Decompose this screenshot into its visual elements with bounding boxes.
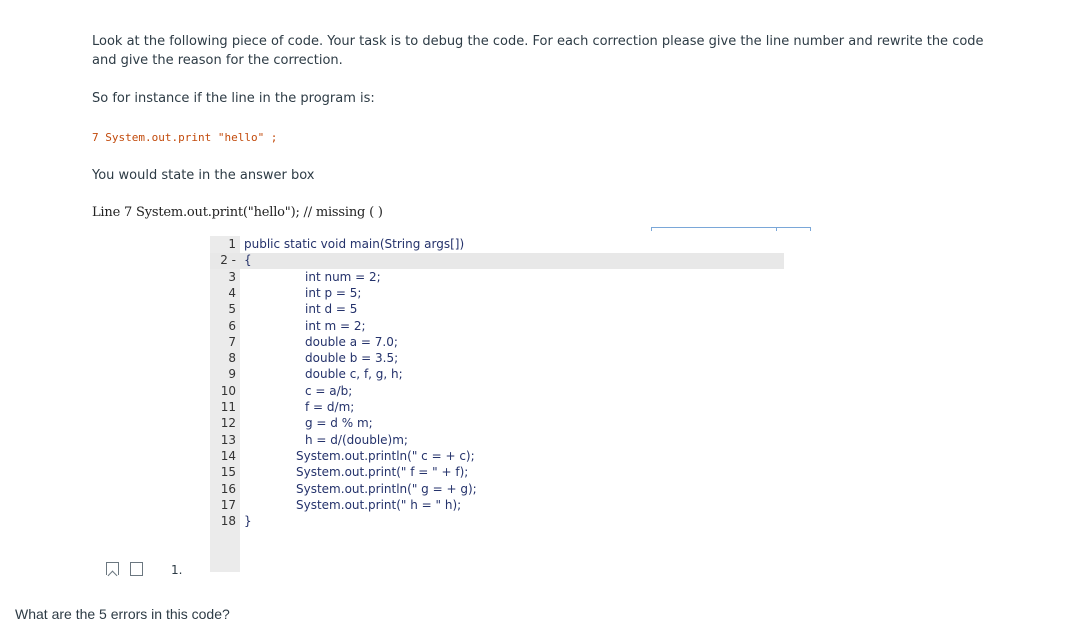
code-line: System.out.println(" g = + g); [296,481,477,496]
bookmark-icon[interactable] [106,562,119,575]
code-line: { [244,253,252,268]
intro-paragraph: Look at the following piece of code. You… [92,34,984,68]
instance-paragraph: So for instance if the line in the progr… [92,91,375,106]
edit-box-icon[interactable] [130,562,143,576]
code-line: f = d/m; [305,400,355,414]
code-line: System.out.print(" h = " h); [296,497,462,512]
line-number: 15 [220,465,236,480]
line-number: 18 [220,514,236,529]
question-text: What are the 5 errors in this code? [15,606,230,622]
code-line: System.out.println(" c = + c); [296,448,475,463]
line-number: 10 [220,383,236,398]
code-line: int num = 2; [305,269,381,284]
code-line: int p = 5; [305,285,362,300]
line-number: 13 [220,432,236,447]
code-line: double c, f, g, h; [305,367,403,382]
line-number: 8 [228,351,236,366]
line-number: 11 [220,400,236,414]
line-number: 14 [220,448,236,463]
code-line: double a = 7.0; [305,334,398,349]
line-number: 1 [228,237,236,251]
code-line: int m = 2; [305,318,366,333]
code-listing: 1 public static void main(String args[]) 2… [210,236,784,572]
line-number: 17 [220,497,236,512]
answer-instruction: You would state in the answer box [92,168,315,183]
line-number: 16 [220,481,236,496]
code-line: } [244,514,252,529]
line-number: 4 [228,285,236,300]
code-line: System.out.print(" f = " + f); [296,465,469,480]
line-number: 5 [228,302,236,317]
example-answer: Line 7 System.out.print("hello"); // mis… [92,205,383,220]
line-number: 6 [228,318,236,333]
example-code-line: 7 System.out.print "hello" ; [92,131,278,144]
line-number: 3 [228,269,236,284]
line-number: 9 [228,367,236,382]
question-number: 1. [171,563,183,577]
code-line: g = d % m; [305,416,373,431]
answer-box-edge-secondary [776,227,811,231]
code-line: int d = 5 [305,302,358,317]
highlighted-line [210,253,784,269]
code-line: double b = 3.5; [305,351,399,366]
code-line: c = a/b; [305,383,353,398]
line-number: 12 [220,416,236,431]
line-number: 2 - [220,253,236,268]
line-number: 7 [228,334,236,349]
code-line: public static void main(String args[]) [244,237,465,251]
code-line: h = d/(double)m; [305,432,408,447]
